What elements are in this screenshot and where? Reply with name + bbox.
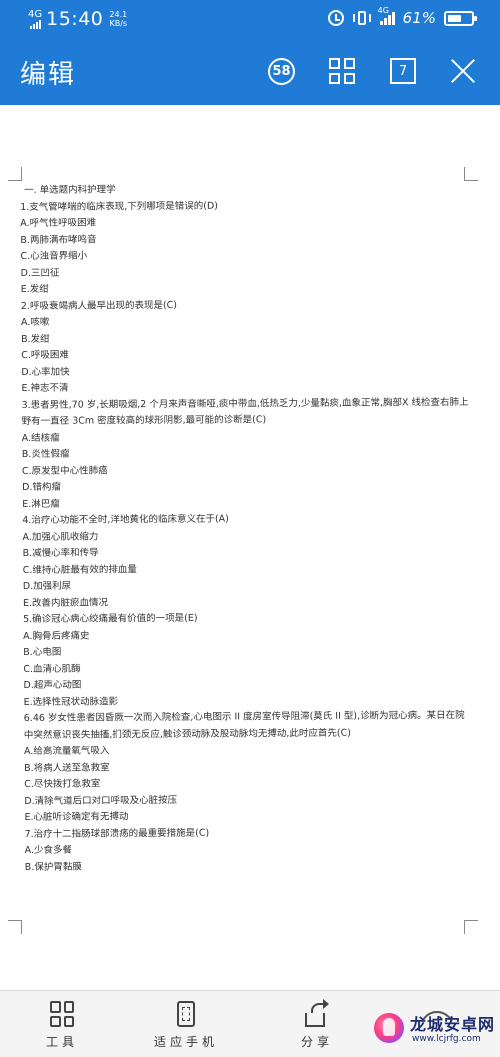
page-title: 编辑 bbox=[20, 60, 77, 90]
watermark-logo-icon bbox=[374, 1013, 404, 1043]
share-label: 分享 bbox=[300, 1035, 333, 1049]
status-bar: 4G 15:40 24.1 KB/s 4G 61% bbox=[0, 0, 500, 38]
watermark-url: www.lcjrfg.com bbox=[412, 1034, 481, 1044]
battery-percent: 61% bbox=[402, 9, 436, 27]
battery-fill bbox=[448, 14, 462, 22]
share-icon bbox=[305, 999, 329, 1027]
battery-icon bbox=[444, 10, 477, 26]
fit-screen-icon bbox=[177, 1001, 195, 1027]
alarm-icon bbox=[327, 10, 344, 26]
tools-label: 工具 bbox=[45, 1035, 78, 1049]
tools-button[interactable]: 工具 bbox=[17, 1001, 107, 1050]
document-line: 3.患者男性,70 岁,长期吸烟,2 个月来声音嘶哑,痰中带血,低热乏力,少量黏… bbox=[21, 396, 469, 427]
speed-value: 24.1 bbox=[109, 10, 128, 19]
watermark-name: 龙城安卓网 bbox=[410, 1015, 496, 1034]
crop-mark-bottom-right bbox=[464, 920, 478, 934]
crop-mark-bottom-left bbox=[8, 920, 22, 934]
close-icon[interactable] bbox=[450, 58, 476, 84]
vibrate-icon bbox=[352, 10, 372, 26]
tools-icon bbox=[50, 1001, 74, 1027]
current-page-button[interactable]: 7 bbox=[390, 58, 416, 84]
watermark: 龙城安卓网 www.lcjrfg.com bbox=[372, 1007, 500, 1057]
share-button[interactable]: 分享 bbox=[272, 999, 362, 1050]
clock: 15:40 bbox=[46, 8, 104, 30]
network-type: 4G bbox=[28, 8, 43, 20]
fit-phone-button[interactable]: 适应手机 bbox=[141, 1001, 231, 1050]
cell-signal-icon: 4G bbox=[378, 6, 395, 25]
app-bar: 编辑 58 7 bbox=[0, 38, 500, 105]
fit-phone-label: 适应手机 bbox=[153, 1035, 218, 1049]
speed-unit: KB/s bbox=[109, 19, 128, 28]
pages-count-button[interactable]: 58 bbox=[268, 58, 295, 85]
document-text: 一. 单选题内科护理学 1.支气管哮喘的临床表现,下列哪项是错误的(D) A.呼气性… bbox=[20, 180, 473, 876]
network-speed: 24.1 KB/s bbox=[109, 10, 127, 28]
status-right: 4G 61% bbox=[327, 6, 477, 27]
grid-view-icon[interactable] bbox=[329, 58, 355, 84]
status-left: 4G 15:40 24.1 KB/s bbox=[28, 8, 127, 30]
crop-mark-top-left bbox=[8, 167, 22, 181]
document-page[interactable]: 一. 单选题内科护理学 1.支气管哮喘的临床表现,下列哪项是错误的(D) A.呼气性… bbox=[0, 105, 500, 990]
network-signal-icon: 4G bbox=[28, 8, 43, 29]
document-line: B.保护胃黏膜 bbox=[24, 861, 82, 873]
network-type-2: 4G bbox=[377, 6, 389, 15]
document-line: 6.46 岁女性患者因昏厥一次而入院检查,心电图示 II 度房室传导阻滞(莫氏 … bbox=[23, 709, 465, 741]
